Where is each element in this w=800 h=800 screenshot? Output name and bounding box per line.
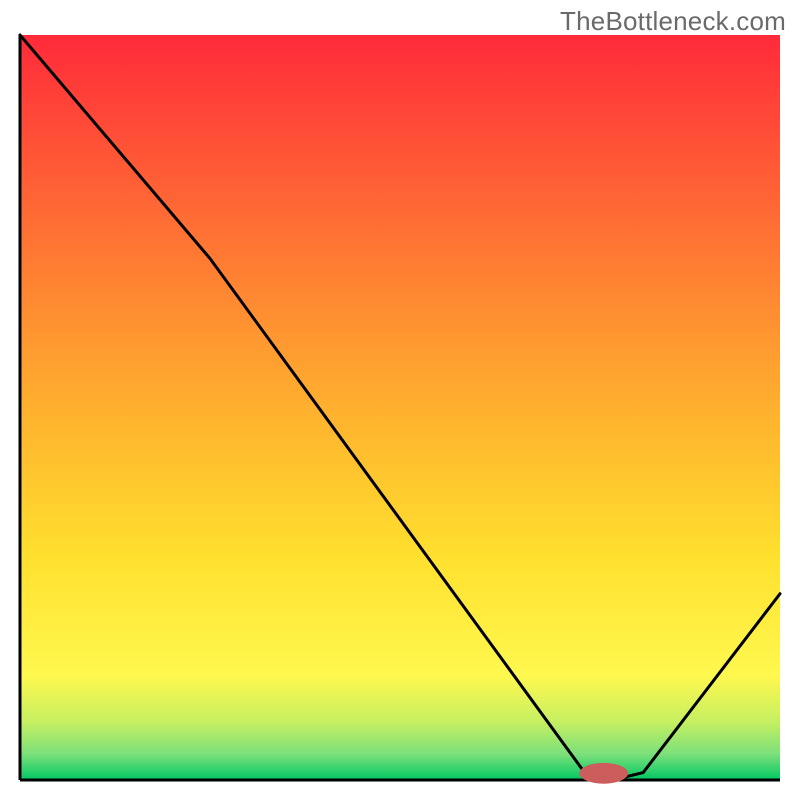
bottleneck-chart — [0, 0, 800, 800]
gradient-background — [20, 35, 780, 780]
chart-frame: TheBottleneck.com — [0, 0, 800, 800]
marker-pill — [579, 763, 628, 784]
plot-area — [20, 35, 780, 784]
